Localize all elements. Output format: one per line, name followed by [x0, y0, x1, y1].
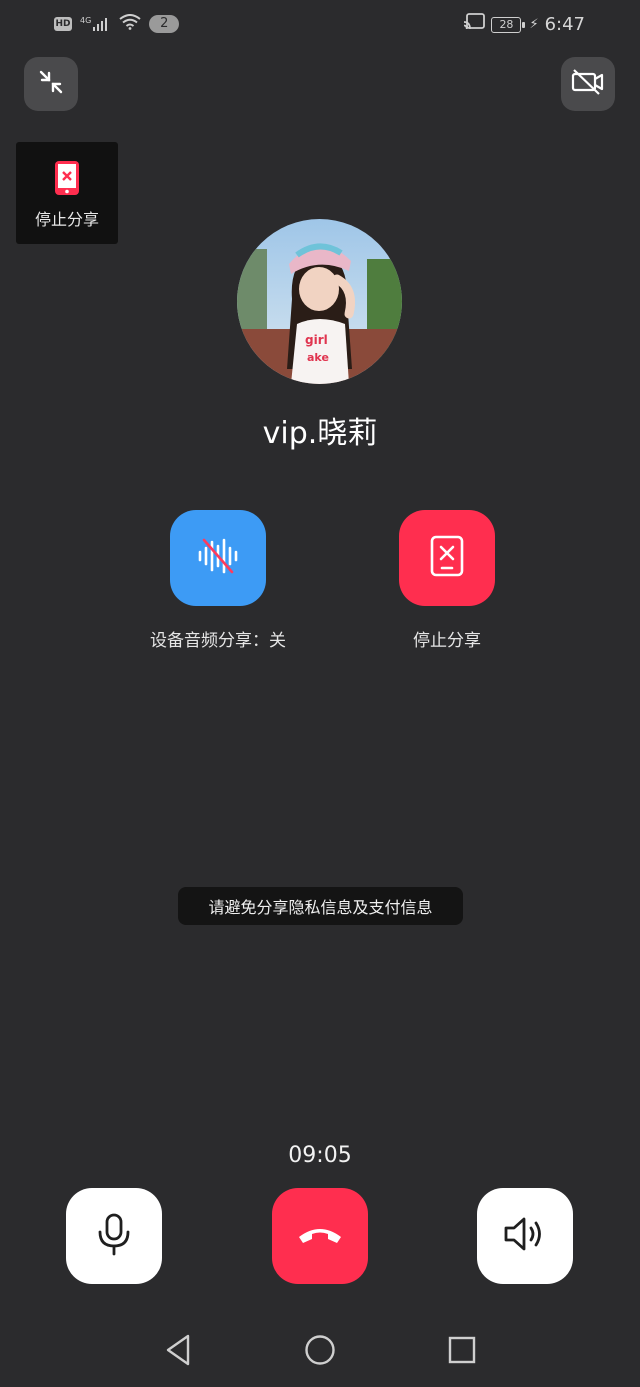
camera-off-icon [571, 68, 605, 100]
cast-icon [463, 13, 486, 36]
stop-share-label: 停止分享 [413, 631, 481, 651]
network-type-label: 4G [80, 15, 92, 25]
battery-level: 28 [499, 18, 514, 31]
nav-home-button[interactable] [298, 1330, 342, 1374]
svg-text:girl: girl [305, 333, 328, 347]
hang-up-button[interactable] [272, 1188, 368, 1284]
audio-share-button[interactable] [170, 510, 266, 606]
wifi-icon [119, 14, 141, 33]
status-right: 28 ⚡ 6:47 [463, 13, 585, 36]
camera-off-button[interactable] [561, 57, 615, 111]
minimize-icon [38, 69, 64, 99]
home-icon [304, 1334, 336, 1370]
contact-name: vip.晓莉 [262, 416, 378, 451]
microphone-icon [96, 1212, 132, 1260]
microphone-button[interactable] [66, 1188, 162, 1284]
speaker-icon [502, 1214, 548, 1258]
back-icon [163, 1333, 193, 1371]
recents-icon [448, 1336, 476, 1368]
stop-share-icon [429, 534, 465, 582]
hang-up-icon [296, 1223, 344, 1249]
speaker-button[interactable] [477, 1188, 573, 1284]
stop-share-mini-card[interactable]: 停止分享 [16, 142, 118, 244]
nav-recents-button[interactable] [440, 1330, 484, 1374]
audio-share-label: 设备音频分享：关 [150, 631, 286, 651]
status-bar: HD 4G 2 28 ⚡ 6:47 [0, 0, 640, 50]
audio-off-icon [196, 536, 240, 580]
stop-share-mini-label: 停止分享 [34, 210, 99, 229]
battery-icon: 28 [491, 16, 526, 33]
notification-count-badge: 2 [149, 14, 180, 33]
nav-back-button[interactable] [156, 1330, 200, 1374]
audio-share-action: 设备音频分享：关 [93, 510, 343, 651]
stop-share-action: 停止分享 [322, 510, 572, 651]
stop-share-button[interactable] [399, 510, 495, 606]
charging-icon: ⚡ [529, 17, 539, 32]
clock: 6:47 [544, 14, 585, 35]
avatar: girl ake [237, 219, 402, 384]
signal-icon: 4G [80, 16, 111, 32]
phone-stop-share-icon [54, 160, 80, 200]
minimize-button[interactable] [24, 57, 78, 111]
svg-text:ake: ake [307, 351, 329, 364]
hd-icon: HD [54, 16, 72, 31]
status-left: HD 4G 2 [54, 14, 180, 33]
call-duration: 09:05 [288, 1143, 352, 1168]
privacy-notice: 请避免分享隐私信息及支付信息 [178, 887, 463, 925]
